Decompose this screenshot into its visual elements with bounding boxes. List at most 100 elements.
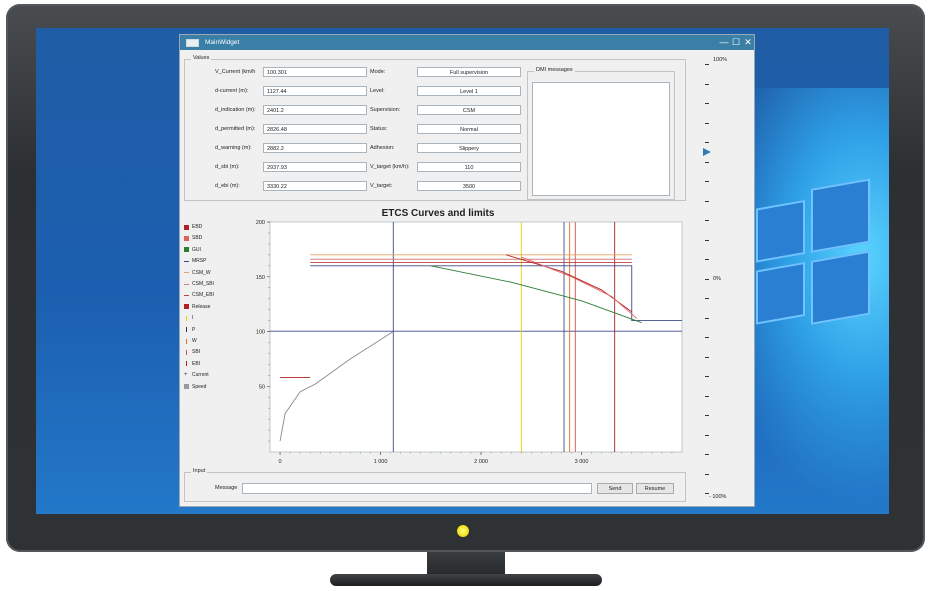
legend-label-14: Speed [192,383,207,390]
legend-label-5: CSM_SBI [192,281,214,287]
slider-tick [705,220,709,221]
dmi-messages-title: DMI messages [534,67,575,73]
slider-tick [705,473,709,475]
slider-tick [705,161,709,163]
legend-label-12: EBI [192,360,201,367]
field-value-left-1[interactable]: 1127.44 [263,86,367,96]
window-title: MainWidget [205,39,240,46]
slider-tick [705,298,709,299]
slider-mid-label: 0% [713,276,721,282]
legend-label-0: EBD [192,224,203,230]
slider-bottom-label: - 100% [709,494,727,500]
slider-tick [705,142,709,143]
legend-label-7: Release [192,303,211,310]
slider-tick [705,356,709,358]
legend-label-8: I [192,315,194,322]
legend-item-4: CSM_W [184,270,211,276]
monitor-stand-neck [427,552,505,576]
slider-tick [705,103,709,104]
legend-label-6: CSM_EBI [192,292,214,299]
close-button[interactable]: ✕ [742,37,754,49]
field-label-left-4: d_warning (m): [215,145,252,151]
slider-tick [705,493,709,494]
field-label-right-3: Status: [370,126,388,132]
slider-tick [705,454,709,455]
app-icon [186,38,199,47]
field-value-left-6[interactable]: 3330.22 [263,181,367,191]
slider-tick [705,415,709,416]
field-label-left-5: d_sbi (m): [215,164,240,170]
x-tick-label: 1 000 [374,459,388,465]
field-label-left-3: d_permitted (m): [215,126,256,132]
windows-logo [756,178,876,368]
field-label-left-1: d-current (m): [215,88,249,94]
field-value-right-5[interactable]: 110 [417,162,521,172]
field-value-right-1[interactable]: Level 1 [417,86,521,96]
legend-item-10: W [184,338,197,344]
slider-handle[interactable] [703,148,711,156]
field-value-left-0[interactable]: 100.301 [263,67,367,77]
x-tick-label: 0 [279,459,282,465]
message-input[interactable] [242,483,592,494]
main-panel: Values V_Current (km/h 100.301 d-current (… [184,54,692,502]
slider-tick [705,395,709,397]
slider-tick [705,122,709,124]
maximize-button[interactable]: ☐ [730,37,742,49]
field-value-right-6[interactable]: 3500 [417,181,521,191]
field-value-left-3[interactable]: 2826.48 [263,124,367,134]
speed-slider[interactable]: 100% 0% - 100% [696,54,751,502]
x-tick-label: 2 000 [474,459,488,465]
slider-tick [705,181,709,182]
legend-item-13: + Current [184,371,209,379]
field-label-right-0: Mode: [370,69,386,75]
field-value-right-3[interactable]: Normal [417,124,521,134]
y-tick-label: 100 [256,330,265,336]
message-label: Message [215,485,238,491]
slider-tick [705,317,709,319]
legend-item-8: I [184,315,193,321]
legend-item-14: Speed [184,384,206,390]
title-bar[interactable]: MainWidget — ☐ ✕ [180,35,754,50]
legend-item-3: MRSP [184,258,206,264]
legend-item-11: SBI [184,349,200,355]
logo-pane-1 [756,199,805,263]
input-group: Input Message Send Resume [184,468,686,502]
legend-label-4: CSM_W [192,269,211,276]
field-value-right-4[interactable]: Slippery [417,143,521,153]
slider-tick [705,376,709,377]
slider-tick [705,278,709,280]
minimize-button[interactable]: — [718,37,730,49]
field-label-right-6: V_target: [370,183,393,189]
field-value-left-4[interactable]: 2882.2 [263,143,367,153]
field-label-left-0: V_Current (km/h [215,69,256,75]
send-button[interactable]: Send [597,483,633,494]
slider-tick [705,337,709,338]
slider-tick [705,83,709,85]
legend-item-7: Release [184,304,210,310]
y-tick-label: 50 [259,384,265,390]
field-value-right-2[interactable]: CSM [417,105,521,115]
logo-pane-2 [811,178,870,253]
legend-item-2: GUI [184,247,201,253]
legend-label-1: SBD [192,235,203,242]
legend-label-3: MRSP [192,258,207,265]
resume-button[interactable]: Resume [636,483,674,494]
legend-label-2: GUI [192,246,201,253]
dmi-messages-group: DMI messages [527,67,675,200]
x-tick-label: 3 000 [575,459,589,465]
field-value-right-0[interactable]: Full supervision [417,67,521,77]
field-value-left-2[interactable]: 2401.2 [263,105,367,115]
slider-tick [705,200,709,202]
slider-tick [705,64,709,65]
legend-label-13: Current [192,372,209,379]
legend-label-11: SBI [192,349,201,356]
field-label-left-2: d_indication (m): [215,107,256,113]
legend-item-9: P [184,327,195,333]
field-label-right-5: V_target (km/h): [370,164,410,170]
field-label-left-6: d_ebi (m): [215,183,240,189]
field-label-right-4: Adhesion: [370,145,395,151]
legend-item-12: EBI [184,361,200,367]
field-value-left-5[interactable]: 2937.93 [263,162,367,172]
etcs-chart[interactable]: 200 150 100 50 0 1 000 2 000 3 000 [244,218,690,468]
dmi-messages-list[interactable] [532,82,670,196]
